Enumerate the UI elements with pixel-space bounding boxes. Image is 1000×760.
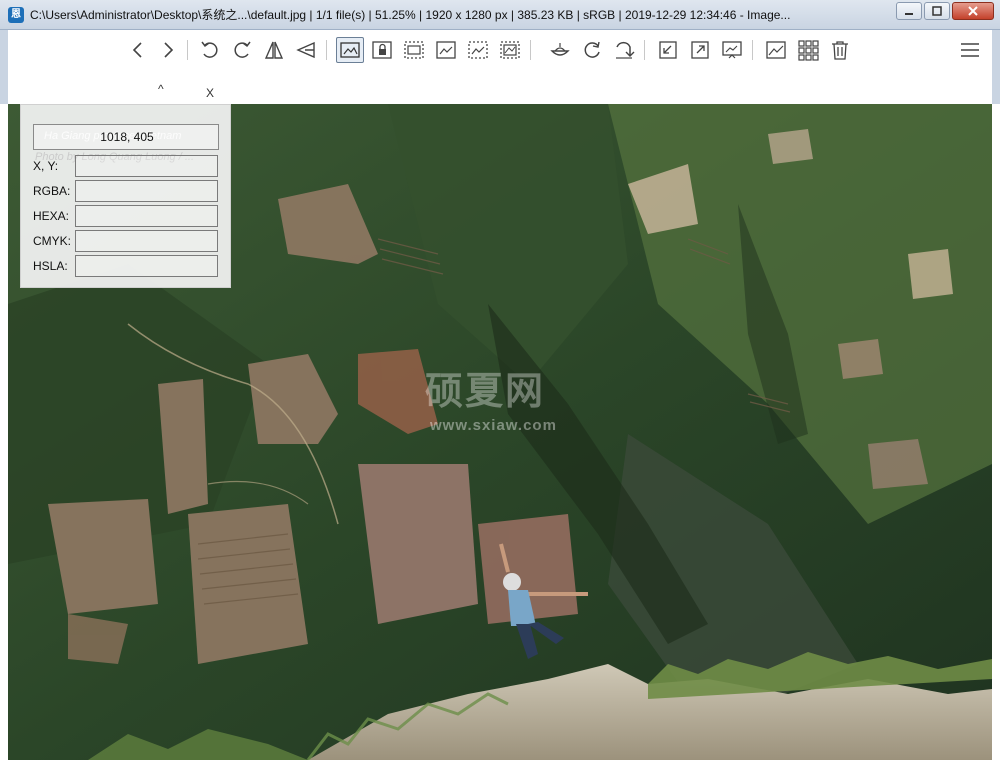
minimize-icon <box>905 13 913 15</box>
hsla-label: HSLA: <box>33 259 68 273</box>
toolbar-separator <box>530 40 531 60</box>
flip-vertical-icon[interactable] <box>294 38 318 62</box>
rotate-right-icon[interactable] <box>230 38 254 62</box>
watermark-logo: 硕夏网 <box>425 369 546 413</box>
color-picker-icon[interactable] <box>656 38 680 62</box>
fullscreen-icon[interactable] <box>688 38 712 62</box>
scale-to-width-icon[interactable] <box>402 38 426 62</box>
refresh-icon[interactable] <box>580 38 604 62</box>
app-icon[interactable]: 恩 <box>8 6 24 23</box>
checkerboard-icon[interactable] <box>548 38 572 62</box>
maximize-button[interactable] <box>924 2 950 20</box>
lock-zoom-icon[interactable] <box>370 38 394 62</box>
hexa-field[interactable] <box>75 205 218 227</box>
xy-row: X, Y: <box>33 155 219 177</box>
toolbar <box>0 30 1000 70</box>
flip-horizontal-icon[interactable] <box>262 38 286 62</box>
slideshow-icon[interactable] <box>720 38 744 62</box>
back-icon[interactable] <box>126 38 150 62</box>
close-button[interactable] <box>952 2 994 20</box>
subbar: ^ X <box>0 70 1000 104</box>
forward-icon[interactable] <box>156 38 180 62</box>
close-panel-button[interactable]: X <box>206 86 214 100</box>
minimize-button[interactable] <box>896 2 922 20</box>
hsla-row: HSLA: <box>33 255 219 277</box>
scale-to-fill-icon[interactable] <box>498 38 522 62</box>
goto-icon[interactable] <box>612 38 636 62</box>
toolbar-separator <box>752 40 753 60</box>
set-wallpaper-icon[interactable] <box>764 38 788 62</box>
toolbar-separator <box>187 40 188 60</box>
hexa-label: HEXA: <box>33 209 70 223</box>
title-bar: 恩 C:\Users\Administrator\Desktop\系统之...\… <box>0 0 1000 30</box>
color-picker-panel: Ha Giang province, Vietnam 1018, 405 Pho… <box>20 104 231 288</box>
color-swatch: Ha Giang province, Vietnam 1018, 405 <box>33 124 219 150</box>
delete-icon[interactable] <box>828 38 852 62</box>
thumbnail-bar-icon[interactable] <box>796 38 820 62</box>
scale-to-height-icon[interactable] <box>434 38 458 62</box>
hsla-field[interactable] <box>75 255 218 277</box>
cmyk-label: CMYK: <box>33 234 72 248</box>
menu-icon[interactable] <box>958 38 982 62</box>
xy-field[interactable] <box>75 155 218 177</box>
cmyk-field[interactable] <box>75 230 218 252</box>
rotate-left-icon[interactable] <box>198 38 222 62</box>
window-title: C:\Users\Administrator\Desktop\系统之...\de… <box>30 8 791 22</box>
cmyk-row: CMYK: <box>33 230 219 252</box>
toolbar-separator <box>644 40 645 60</box>
watermark-url: www.sxiaw.com <box>430 417 557 434</box>
scale-to-fit-icon[interactable] <box>466 38 490 62</box>
toolbar-separator <box>326 40 327 60</box>
fit-view-icon[interactable] <box>336 37 364 63</box>
xy-label: X, Y: <box>33 159 59 173</box>
rgba-row: RGBA: <box>33 180 219 202</box>
coordinate-readout: 1018, 405 <box>100 130 154 144</box>
close-icon <box>968 6 978 16</box>
window-controls <box>896 2 994 20</box>
hexa-row: HEXA: <box>33 205 219 227</box>
collapse-caret[interactable]: ^ <box>158 82 164 96</box>
rgba-label: RGBA: <box>33 184 71 198</box>
maximize-icon <box>932 6 942 16</box>
rgba-field[interactable] <box>75 180 218 202</box>
